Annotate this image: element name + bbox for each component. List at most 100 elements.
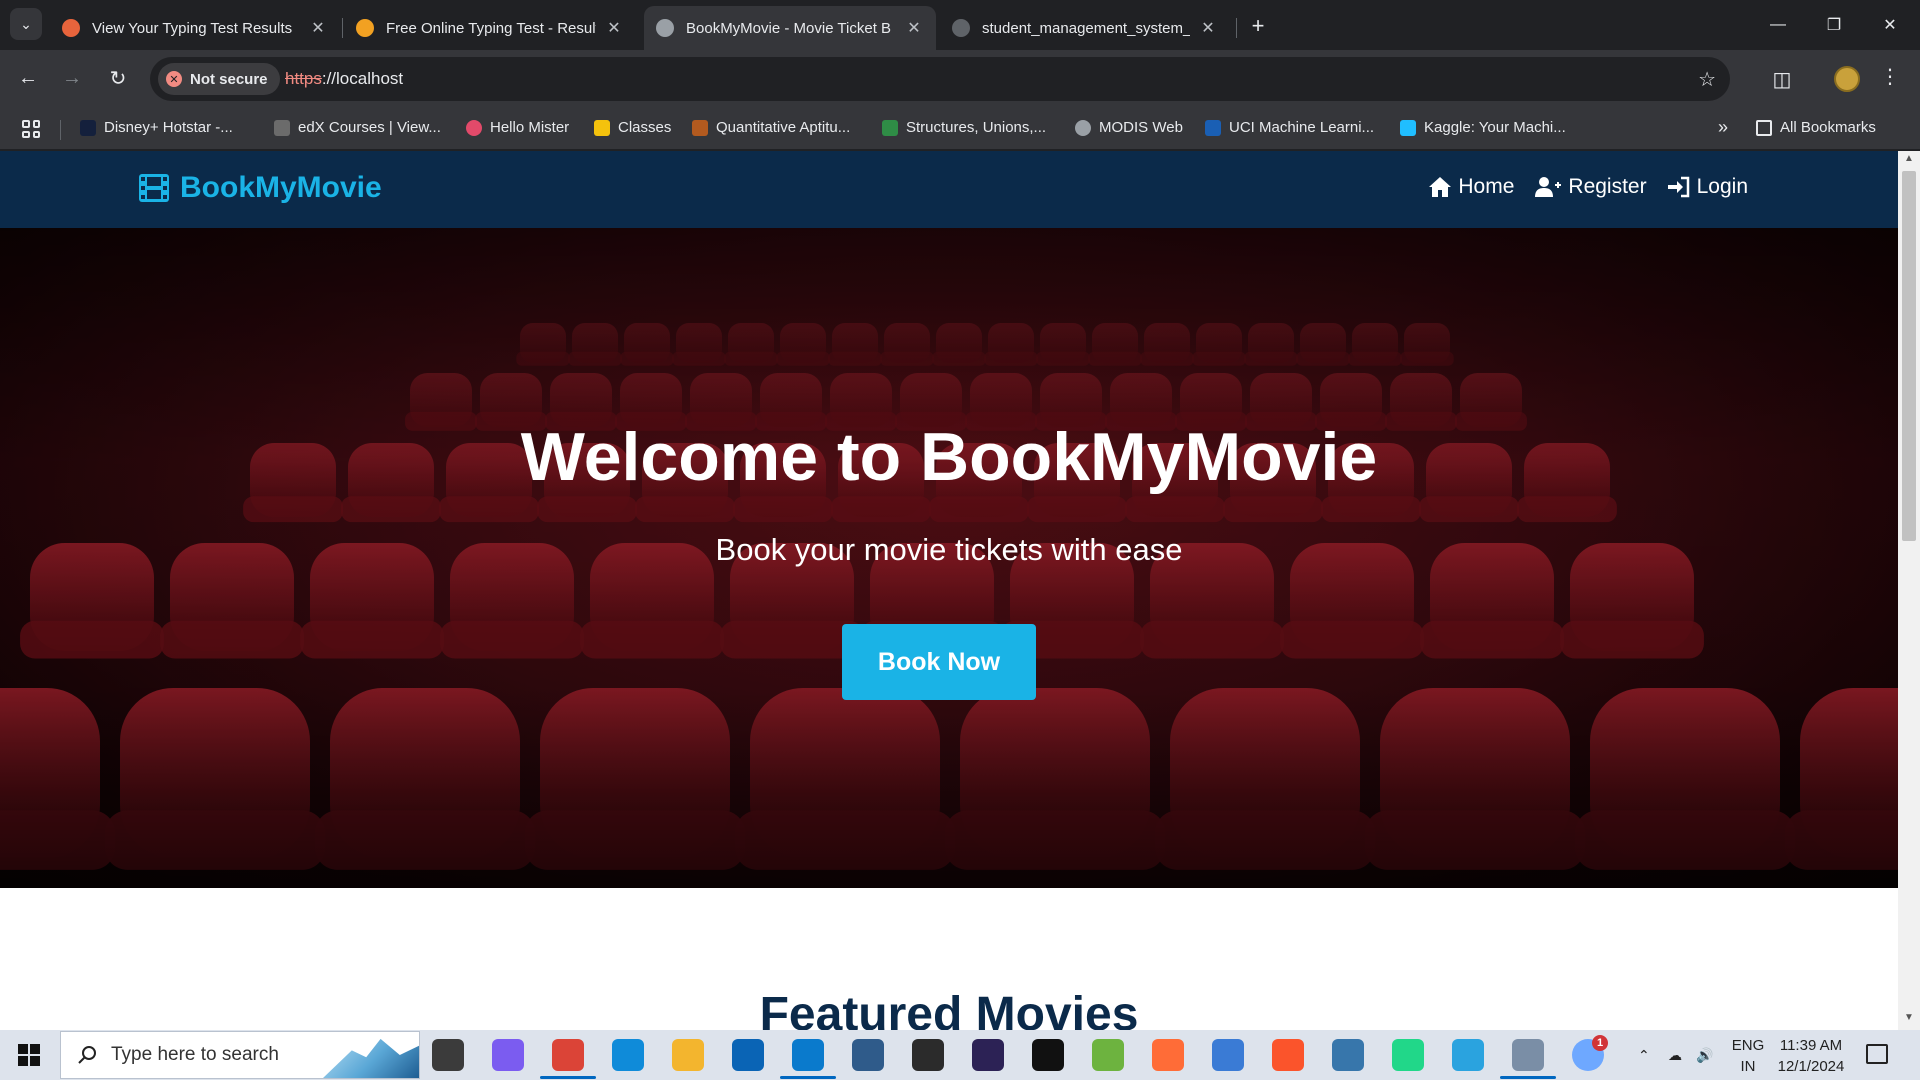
bookmark-label: MODIS Web [1099, 119, 1183, 136]
bookmarks-bar: Disney+ Hotstar -... edX Courses | View.… [0, 108, 1920, 150]
close-icon[interactable]: ✕ [308, 18, 328, 38]
notification-badge: 1 [1592, 1035, 1608, 1051]
start-button[interactable] [0, 1030, 58, 1080]
bookmark-label: UCI Machine Learni... [1229, 119, 1375, 136]
bookmark-item[interactable]: MODIS Web [1075, 119, 1183, 136]
tab-search-button[interactable]: ⌄ [10, 8, 42, 40]
url-text[interactable]: https://localhost [285, 69, 403, 89]
spring-tool-icon[interactable] [1092, 1039, 1124, 1071]
settings-tool-icon[interactable] [1512, 1039, 1544, 1071]
tab-bookmymovie[interactable]: BookMyMovie - Movie Ticket B ✕ [644, 6, 936, 50]
minimize-button[interactable]: — [1750, 0, 1806, 50]
system-clock[interactable]: 11:39 AM 12/1/2024 [1766, 1035, 1856, 1077]
bookmark-item[interactable]: Structures, Unions,... [882, 119, 1046, 136]
tab-title: Free Online Typing Test - Result [386, 19, 596, 37]
bookmark-item[interactable]: Hello Mister [466, 119, 569, 136]
region-code: IN [1740, 1058, 1756, 1075]
copilot-icon[interactable] [492, 1039, 524, 1071]
search-icon [78, 1046, 96, 1064]
apps-grid-icon[interactable] [22, 120, 40, 138]
notepad-icon[interactable] [1212, 1039, 1244, 1071]
bookmark-label: Classes [618, 119, 672, 136]
language-code: ENG [1731, 1037, 1765, 1054]
bookmark-label: Kaggle: Your Machi... [1424, 119, 1566, 136]
bookmark-item[interactable]: Quantitative Aptitu... [692, 119, 850, 136]
security-chip[interactable]: ✕ Not secure [158, 63, 280, 95]
mysql-workbench-icon[interactable] [852, 1039, 884, 1071]
file-explorer-icon[interactable] [672, 1039, 704, 1071]
chrome-icon[interactable] [552, 1039, 584, 1071]
tab-title: BookMyMovie - Movie Ticket B [686, 19, 892, 37]
reload-icon: ↻ [109, 67, 127, 90]
scroll-down-icon[interactable]: ▼ [1898, 1012, 1920, 1028]
hero-title: Welcome to BookMyMovie [520, 419, 1378, 495]
scroll-up-icon[interactable]: ▲ [1898, 153, 1920, 169]
back-button[interactable]: ← [10, 60, 46, 96]
bookmark-item[interactable]: Kaggle: Your Machi... [1400, 119, 1566, 136]
weather-icon[interactable]: 1 [1572, 1035, 1608, 1071]
all-bookmarks-label: All Bookmarks [1780, 119, 1876, 136]
bookmark-label: Hello Mister [490, 119, 570, 136]
intellij-icon[interactable] [1032, 1039, 1064, 1071]
page-scrollbar[interactable]: ▲ ▼ [1898, 151, 1920, 1030]
profile-avatar[interactable] [1834, 66, 1860, 92]
bookmark-item[interactable]: Classes [594, 119, 671, 136]
arrow-left-icon: ← [18, 66, 38, 89]
tab-title: student_management_system_s [982, 19, 1190, 37]
nav-register-link[interactable]: Register [1534, 175, 1647, 199]
python-idle-icon[interactable] [1332, 1039, 1364, 1071]
tray-chevron-icon[interactable]: ⌃ [1638, 1030, 1650, 1080]
terminal-app-icon[interactable] [912, 1039, 944, 1071]
address-bar[interactable]: ✕ Not secure https://localhost ☆ [150, 57, 1730, 101]
site-navbar: BookMyMovie Home Register Login [0, 151, 1898, 228]
chevron-down-icon: ⌄ [20, 15, 32, 32]
volume-icon[interactable]: 🔊 [1696, 1030, 1713, 1080]
onedrive-icon[interactable]: ☁ [1668, 1030, 1682, 1080]
site-logo[interactable]: BookMyMovie [138, 171, 382, 205]
close-icon[interactable]: ✕ [1198, 18, 1218, 38]
tab-typing-test[interactable]: Free Online Typing Test - Result ✕ [344, 6, 636, 50]
tab-typing-results[interactable]: View Your Typing Test Results ✕ [50, 6, 340, 50]
windows-taskbar: Type here to search 1 ⌃ ☁ 🔊 ENG IN 11:39… [0, 1030, 1920, 1080]
outlook-icon[interactable] [732, 1039, 764, 1071]
plus-icon: + [1251, 13, 1265, 38]
bookmark-label: Structures, Unions,... [906, 119, 1047, 136]
bookmark-item[interactable]: Disney+ Hotstar -... [80, 119, 233, 136]
tab-divider [1236, 18, 1237, 38]
chevron-double-right-icon[interactable]: » [1718, 117, 1728, 138]
notification-center-icon[interactable] [1866, 1044, 1888, 1064]
close-window-button[interactable]: ✕ [1862, 0, 1918, 50]
eclipse-icon[interactable] [972, 1039, 1004, 1071]
restore-button[interactable]: ❐ [1806, 0, 1862, 50]
pycharm-icon[interactable] [1392, 1039, 1424, 1071]
nav-home-link[interactable]: Home [1428, 175, 1514, 199]
book-now-button[interactable]: Book Now [842, 624, 1036, 700]
tab-favicon [62, 19, 80, 37]
telegram-icon[interactable] [1452, 1039, 1484, 1071]
edge-icon[interactable] [612, 1039, 644, 1071]
all-bookmarks-button[interactable]: All Bookmarks [1756, 119, 1876, 136]
scrollbar-thumb[interactable] [1902, 171, 1916, 541]
bookmark-item[interactable]: edX Courses | View... [274, 119, 441, 136]
forward-button[interactable]: → [54, 60, 90, 96]
bookmark-item[interactable]: UCI Machine Learni... [1205, 119, 1374, 136]
search-highlight-image [323, 1038, 419, 1078]
tab-strip: ⌄ View Your Typing Test Results ✕ Free O… [0, 0, 1920, 50]
vscode-icon[interactable] [792, 1039, 824, 1071]
task-view-icon[interactable] [432, 1039, 464, 1071]
brave-icon[interactable] [1272, 1039, 1304, 1071]
bookmark-star-icon[interactable]: ☆ [1698, 67, 1716, 92]
close-icon[interactable]: ✕ [604, 18, 624, 38]
nav-login-link[interactable]: Login [1667, 175, 1748, 199]
extensions-icon[interactable]: ◫ [1764, 64, 1800, 94]
reload-button[interactable]: ↻ [100, 60, 136, 96]
new-tab-button[interactable]: + [1244, 12, 1272, 40]
kebab-menu-icon[interactable]: ⋮ [1880, 64, 1900, 89]
postman-icon[interactable] [1152, 1039, 1184, 1071]
tab-student-management[interactable]: student_management_system_s ✕ [940, 6, 1230, 50]
taskbar-search[interactable]: Type here to search [60, 1031, 420, 1079]
close-icon[interactable]: ✕ [904, 18, 924, 38]
classroom-icon [594, 119, 610, 136]
bookmark-label: Disney+ Hotstar -... [104, 119, 233, 136]
language-indicator[interactable]: ENG IN [1728, 1035, 1768, 1077]
